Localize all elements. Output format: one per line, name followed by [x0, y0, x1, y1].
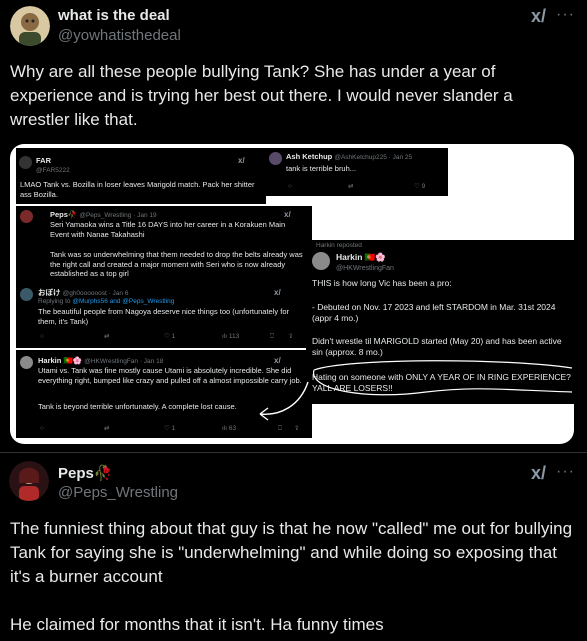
like-icon: ♡ 1	[164, 425, 176, 432]
tweet-author-name: Ash Ketchup	[286, 152, 333, 161]
avatar	[19, 156, 32, 169]
avatar	[20, 210, 33, 223]
share-icon: ⇪	[294, 425, 300, 432]
grok-icon[interactable]: x/	[531, 463, 546, 484]
bookmark-icon: ⎕	[278, 425, 282, 432]
embedded-tweet-oboke: おぼけ @gh0oooooost · Jan 6 x/ Replying to …	[16, 286, 312, 348]
tweet-author-name: Harkin	[38, 356, 62, 365]
author-handle[interactable]: @yowhatisthedeal	[58, 27, 181, 44]
tweet-text: Utami vs. Tank was fine mostly cause Uta…	[38, 366, 302, 385]
like-icon: ♡ 9	[414, 183, 426, 190]
like-count: 1	[171, 425, 176, 432]
tweet-text: The beautiful people from Nagoya deserve…	[38, 307, 289, 326]
circle-annotation	[313, 360, 573, 396]
avatar	[20, 288, 33, 301]
tweet-author-handle: @FAR5222	[36, 166, 70, 174]
tweet-author-flag: 🇵🇹🌸	[63, 356, 83, 365]
post-what-is-the-deal: what is the deal @yowhatisthedeal x/ ···…	[0, 0, 587, 458]
embedded-screenshot-collage[interactable]: FAR @FAR5222 x/ LMAO Tank vs. Bozilla in…	[10, 144, 574, 444]
more-icon[interactable]: ···	[556, 6, 575, 24]
author-name[interactable]: what is the deal	[58, 7, 170, 24]
tweet-author-name: Peps🥀	[50, 210, 78, 219]
tweet-text: Seri Yamaoka wins a Title 16 DAYS into h…	[50, 220, 286, 239]
avatar[interactable]	[10, 6, 50, 46]
reply-prefix: Replying to	[38, 298, 71, 305]
avatar[interactable]	[9, 461, 49, 501]
reply-icon: ○	[288, 183, 292, 190]
tweet-text: LMAO Tank vs. Bozilla in loser leaves Ma…	[20, 180, 255, 199]
grok-icon: x/	[238, 156, 245, 165]
avatar	[269, 152, 282, 165]
grok-icon: x/	[274, 288, 281, 297]
repost-icon: ⇄	[104, 333, 110, 340]
tweet-author-handle: @HKWrestlingFan · Jan 18	[84, 358, 164, 365]
view-count: 63	[228, 425, 237, 432]
post-peps-wrestling: Peps🥀 @Peps_Wrestling x/ ··· The funnies…	[0, 453, 587, 641]
tweet-author-name: FAR	[36, 156, 51, 165]
like-count: 9	[421, 183, 426, 190]
post-text: He claimed for months that it isn't. Ha …	[10, 615, 384, 634]
tweet-author-handle: @gh0oooooost · Jan 6	[62, 290, 129, 297]
repost-icon: ⇄	[104, 425, 110, 432]
tweet-author-name: おぼけ	[38, 288, 61, 297]
reply-to: @Murphs56 and @Peps_Wrestling	[72, 298, 175, 305]
tweet-author-handle: @AshKetchup225 · Jan 25	[334, 154, 413, 161]
repost-icon: ⇄	[348, 183, 354, 190]
like-icon: ♡ 1	[164, 333, 176, 340]
reply-icon: ○	[40, 425, 44, 432]
embedded-tweet-ash-ketchup: Ash Ketchup @AshKetchup225 · Jan 25 tank…	[266, 148, 448, 196]
embedded-tweet-far: FAR @FAR5222 x/ LMAO Tank vs. Bozilla in…	[16, 148, 266, 204]
avatar	[20, 356, 33, 369]
tweet-text: Tank is beyond terrible unfortunately. A…	[38, 402, 237, 411]
grok-icon: x/	[274, 356, 281, 365]
post-text: Why are all these people bullying Tank? …	[10, 62, 513, 129]
views-icon: ılı 113	[222, 333, 240, 340]
reply-icon: ○	[40, 333, 44, 340]
author-name[interactable]: Peps🥀	[58, 464, 113, 482]
like-count: 1	[171, 333, 176, 340]
tweet-text: tank is terrible bruh...	[286, 164, 357, 173]
bookmark-icon: ⎕	[270, 333, 274, 340]
grok-icon: x/	[284, 210, 291, 219]
embedded-tweet-harkin: Harkin 🇵🇹🌸 @HKWrestlingFan · Jan 18 x/ U…	[16, 350, 312, 438]
views-icon: ılı 63	[222, 425, 237, 432]
author-handle[interactable]: @Peps_Wrestling	[58, 484, 178, 501]
tweet-text: Tank was so underwhelming that them need…	[50, 250, 303, 278]
post-text: The funniest thing about that guy is tha…	[10, 519, 573, 586]
view-count: 113	[228, 333, 240, 340]
share-icon: ⇪	[288, 333, 294, 340]
tweet-author-handle: @Peps_Wrestling · Jan 19	[79, 212, 157, 219]
more-icon[interactable]: ···	[556, 463, 575, 481]
grok-icon[interactable]: x/	[531, 6, 546, 27]
embedded-tweet-harkin-repost: Harkin reposted Harkin 🇵🇹🌸 @HKWrestlingF…	[306, 240, 574, 404]
embedded-tweet-peps: Peps🥀 @Peps_Wrestling · Jan 19 x/ Seri Y…	[16, 206, 312, 286]
